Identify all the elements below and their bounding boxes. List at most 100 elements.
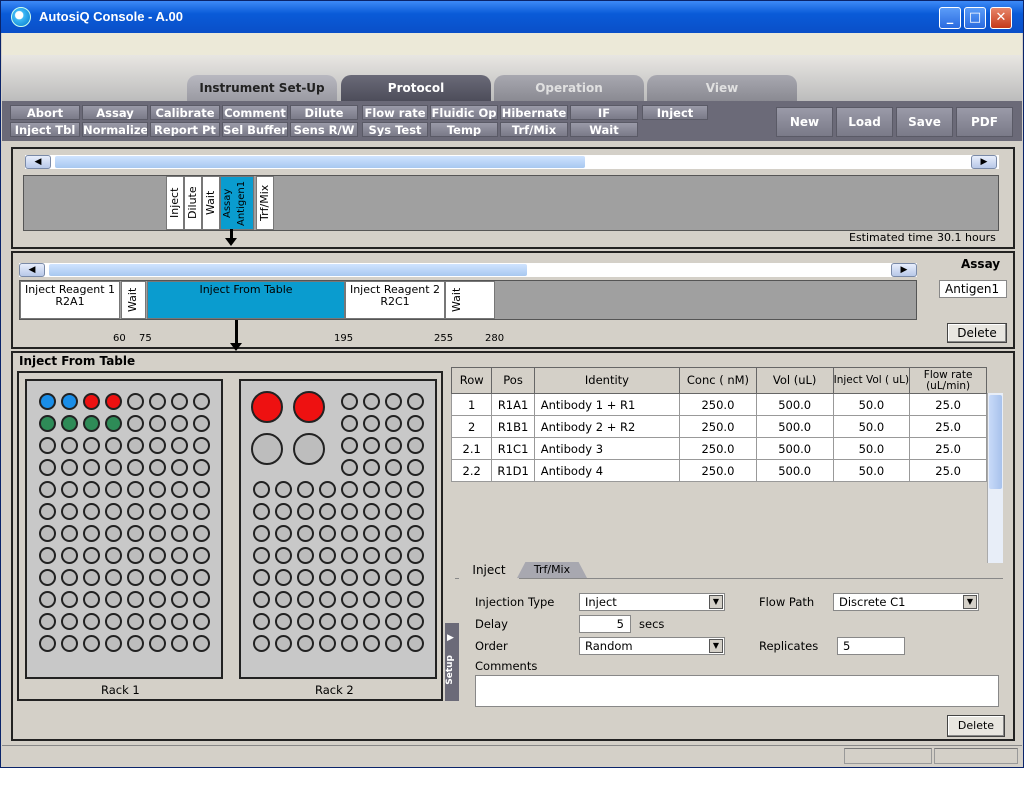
assay-step-inject-reagent-1[interactable]: Inject Reagent 1 R2A1 xyxy=(20,281,120,319)
rack-2-large-vial[interactable] xyxy=(293,433,325,465)
rack-2-well[interactable] xyxy=(319,525,336,542)
replicates-input[interactable]: 5 xyxy=(837,637,905,655)
rack-1-well[interactable] xyxy=(171,459,188,476)
rack-2-well[interactable] xyxy=(341,393,358,410)
rack-1-well[interactable] xyxy=(83,525,100,542)
rack-2-large-vial[interactable] xyxy=(251,391,283,423)
rack-2-well[interactable] xyxy=(363,503,380,520)
table-cell[interactable]: 50.0 xyxy=(832,459,911,482)
rack-2-well[interactable] xyxy=(407,525,424,542)
rack-1-well[interactable] xyxy=(83,591,100,608)
rack-2-well[interactable] xyxy=(275,635,292,652)
rack-2-well[interactable] xyxy=(385,547,402,564)
table-row[interactable]: 2 R1B1 Antibody 2 + R2 250.0 500.0 50.0 25.0 xyxy=(450,415,987,438)
if-button[interactable]: IF xyxy=(570,105,638,120)
tab-instrument-setup[interactable]: Instrument Set-Up xyxy=(187,75,337,101)
rack-1-well[interactable] xyxy=(127,635,144,652)
rack-2-well[interactable] xyxy=(407,481,424,498)
assay-step-inject-from-table[interactable]: Inject From Table xyxy=(147,281,345,319)
rack-2-well[interactable] xyxy=(253,591,270,608)
table-cell[interactable]: 250.0 xyxy=(679,437,757,460)
rack-2-well[interactable] xyxy=(385,459,402,476)
col-header-identity[interactable]: Identity xyxy=(533,367,681,394)
fluidic-op-button[interactable]: Fluidic Op xyxy=(430,105,498,120)
rack-1-well[interactable] xyxy=(39,613,56,630)
table-cell[interactable]: R1A1 xyxy=(491,393,535,416)
rack-2-well[interactable] xyxy=(341,613,358,630)
rack-2-well[interactable] xyxy=(297,569,314,586)
rack-2-well[interactable] xyxy=(363,437,380,454)
rack-1-well[interactable] xyxy=(127,547,144,564)
inject-button[interactable]: Inject xyxy=(642,105,708,120)
rack-2-well[interactable] xyxy=(275,613,292,630)
rack-2-well[interactable] xyxy=(297,525,314,542)
tab-operation[interactable]: Operation xyxy=(494,75,644,101)
rack-1-well[interactable] xyxy=(39,437,56,454)
sub-tab-inject[interactable]: Inject xyxy=(459,561,519,579)
sys-test-button[interactable]: Sys Test xyxy=(362,122,428,137)
rack-1-well[interactable] xyxy=(171,635,188,652)
rack-2-well[interactable] xyxy=(275,547,292,564)
rack-1-well[interactable] xyxy=(193,569,210,586)
hibernate-button[interactable]: Hibernate xyxy=(500,105,568,120)
rack-2-well[interactable] xyxy=(341,415,358,432)
col-header-inject-vol[interactable]: Inject Vol ( uL) xyxy=(832,367,911,394)
trf-mix-button[interactable]: Trf/Mix xyxy=(500,122,568,137)
flow-rate-button[interactable]: Flow rate xyxy=(362,105,428,120)
rack-1-well[interactable] xyxy=(193,437,210,454)
rack-1-well[interactable] xyxy=(127,437,144,454)
rack-1-well[interactable] xyxy=(61,503,78,520)
rack-2-well[interactable] xyxy=(363,415,380,432)
table-cell[interactable]: 25.0 xyxy=(909,393,987,416)
rack-2-well[interactable] xyxy=(253,547,270,564)
rack-1-well[interactable] xyxy=(193,635,210,652)
rack-2-well[interactable] xyxy=(319,481,336,498)
wait-button[interactable]: Wait xyxy=(570,122,638,137)
rack-2-well[interactable] xyxy=(385,525,402,542)
rack-1-well[interactable] xyxy=(105,415,122,432)
rack-1-well[interactable] xyxy=(39,525,56,542)
rack-1-well[interactable] xyxy=(149,547,166,564)
new-button[interactable]: New xyxy=(776,107,833,137)
rack-1-well[interactable] xyxy=(127,569,144,586)
rack-2-well[interactable] xyxy=(407,547,424,564)
table-cell[interactable]: 25.0 xyxy=(909,459,987,482)
rack-1-well[interactable] xyxy=(83,393,100,410)
rack-1-well[interactable] xyxy=(193,591,210,608)
table-cell[interactable]: 500.0 xyxy=(755,415,834,438)
rack-1-well[interactable] xyxy=(193,481,210,498)
rack-2-well[interactable] xyxy=(363,569,380,586)
rack-2-well[interactable] xyxy=(341,635,358,652)
rack-2-well[interactable] xyxy=(275,525,292,542)
rack-1-well[interactable] xyxy=(61,613,78,630)
rack-1-well[interactable] xyxy=(39,591,56,608)
table-cell[interactable]: 250.0 xyxy=(679,393,757,416)
rack-1-well[interactable] xyxy=(193,415,210,432)
rack-2-well[interactable] xyxy=(319,569,336,586)
assay-scroll-thumb[interactable] xyxy=(49,264,527,276)
table-cell[interactable]: 250.0 xyxy=(679,415,757,438)
rack-1-well[interactable] xyxy=(193,613,210,630)
rack-2-well[interactable] xyxy=(253,481,270,498)
rack-1-well[interactable] xyxy=(193,547,210,564)
rack-2-well[interactable] xyxy=(385,569,402,586)
table-cell[interactable]: Antibody 3 xyxy=(533,437,681,460)
table-cell[interactable]: 50.0 xyxy=(832,415,911,438)
rack-2-well[interactable] xyxy=(297,591,314,608)
scroll-left-icon[interactable]: ◀ xyxy=(25,155,51,169)
table-row[interactable]: 2.1 R1C1 Antibody 3 250.0 500.0 50.0 25.0 xyxy=(450,437,987,460)
rack-1-well[interactable] xyxy=(171,503,188,520)
rack-1-well[interactable] xyxy=(61,481,78,498)
rack-1-well[interactable] xyxy=(83,613,100,630)
protocol-step-wait[interactable]: Wait xyxy=(202,176,220,230)
table-cell[interactable]: 2.2 xyxy=(450,459,493,482)
rack-2-well[interactable] xyxy=(297,503,314,520)
rack-2-well[interactable] xyxy=(363,613,380,630)
rack-2-well[interactable] xyxy=(253,503,270,520)
rack-2-well[interactable] xyxy=(319,503,336,520)
rack-1-well[interactable] xyxy=(61,459,78,476)
rack-1-well[interactable] xyxy=(83,437,100,454)
rack-2-well[interactable] xyxy=(341,547,358,564)
rack-1-well[interactable] xyxy=(171,393,188,410)
assay-scroll-right-icon[interactable]: ▶ xyxy=(891,263,917,277)
